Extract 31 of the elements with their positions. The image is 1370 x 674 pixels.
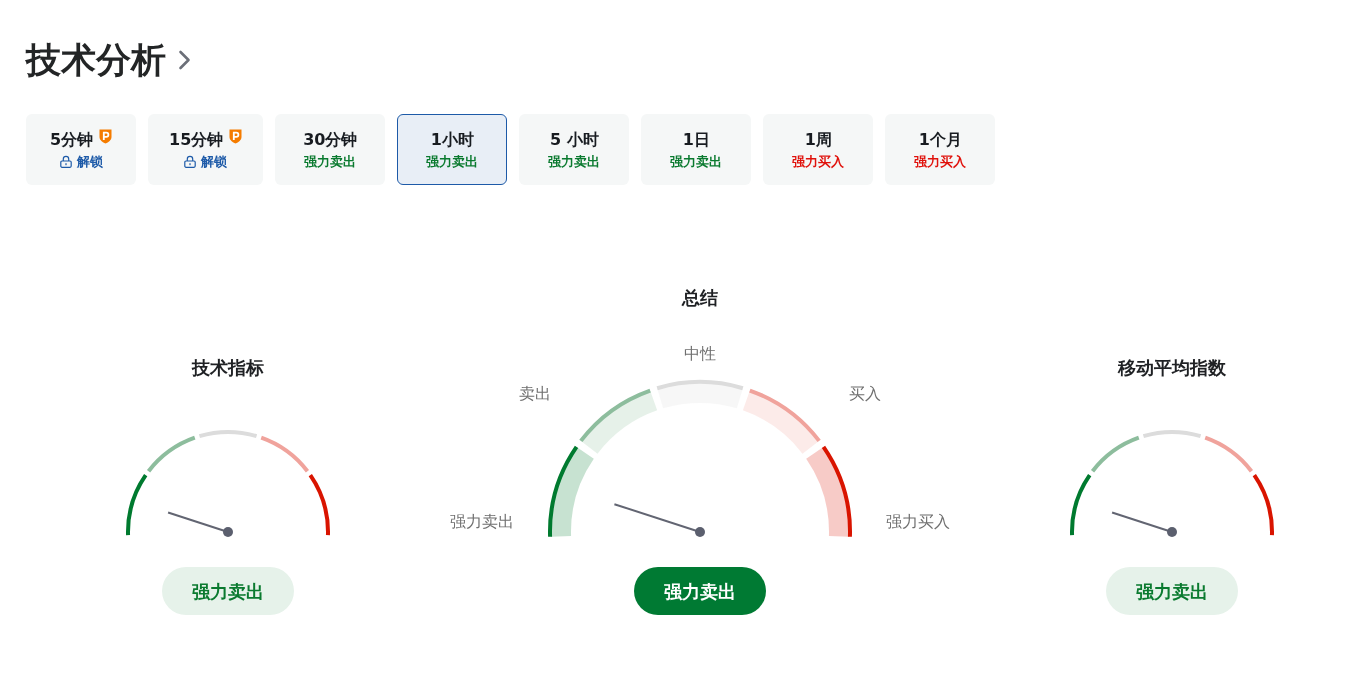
gauge-title: 技术指标: [192, 356, 264, 380]
timeframe-tab[interactable]: 1个月 强力买入: [885, 114, 996, 185]
gauge-title: 总结: [682, 286, 718, 310]
lock-icon: [184, 155, 197, 168]
signal-result: 强力卖出: [634, 567, 766, 615]
timeframe-tab[interactable]: 1小时 强力卖出: [397, 114, 508, 185]
timeframe-tab[interactable]: 1日 强力卖出: [641, 114, 752, 185]
signal-status: 强力卖出: [304, 152, 357, 171]
lock-icon: [59, 155, 72, 168]
signal-status: 强力卖出: [670, 152, 723, 171]
signal-result: 强力卖出: [162, 567, 294, 615]
scale-label: 强力卖出: [450, 511, 514, 531]
timeframe-tab[interactable]: 1周 强力买入: [763, 114, 874, 185]
signal-status: 强力买入: [914, 152, 967, 171]
signal-status: 解锁: [76, 152, 103, 171]
signal-status: 解锁: [201, 152, 228, 171]
timeframe-tab[interactable]: 30分钟 强力卖出: [275, 114, 386, 185]
timeframe-tab[interactable]: 5分钟 解锁: [26, 114, 136, 185]
signal-result: 强力卖出: [1106, 567, 1238, 615]
scale-label: 卖出: [519, 383, 551, 403]
signal-status: 强力买入: [792, 152, 845, 171]
scale-label: 中性: [684, 343, 716, 363]
timeframe-tab[interactable]: 5 小时 强力卖出: [519, 114, 630, 185]
chevron-right-icon: [178, 50, 191, 70]
section-title-link[interactable]: 技术分析: [26, 39, 191, 81]
scale-label: 强力买入: [886, 511, 950, 531]
scale-label: 买入: [849, 383, 881, 403]
signal-status: 强力卖出: [426, 152, 479, 171]
gauge-title: 移动平均指数: [1118, 356, 1226, 380]
timeframe-tab[interactable]: 15分钟 解锁: [148, 114, 264, 185]
signal-status: 强力卖出: [548, 152, 601, 171]
